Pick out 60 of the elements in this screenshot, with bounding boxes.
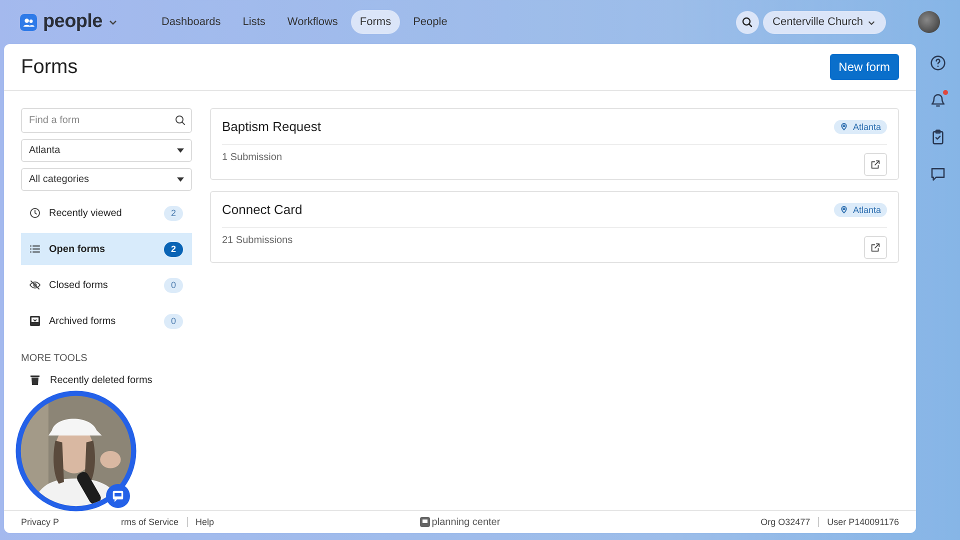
search-field[interactable]: Find a form: [21, 108, 192, 133]
nav-tab[interactable]: Workflows: [278, 10, 347, 34]
search-icon[interactable]: [174, 114, 186, 126]
app-name[interactable]: people: [43, 11, 102, 33]
caret-icon: [177, 177, 184, 182]
page-title: Forms: [21, 56, 78, 78]
new-form-button[interactable]: New form: [830, 54, 899, 80]
sidebar-item[interactable]: Archived forms 0: [21, 305, 192, 337]
count-badge: 0: [164, 314, 183, 328]
chat-badge-icon: [106, 484, 130, 508]
search-icon[interactable]: [741, 16, 754, 28]
footer-link[interactable]: Help: [196, 517, 214, 527]
form-title[interactable]: Baptism Request: [222, 119, 321, 134]
people-logo-icon[interactable]: [20, 14, 37, 30]
tool-link[interactable]: Recently deleted forms: [21, 370, 192, 390]
filter-dropdown[interactable]: All categories: [21, 168, 192, 191]
help-icon[interactable]: [930, 55, 946, 71]
eye-slash-icon: [29, 279, 41, 291]
form-card[interactable]: Baptism Request Atlanta 1 Submission: [210, 108, 899, 180]
search-button[interactable]: [736, 10, 759, 34]
campus-tag: Atlanta: [834, 202, 887, 216]
form-card[interactable]: Connect Card Atlanta 21 Submissions: [210, 191, 899, 263]
nav-tab[interactable]: Lists: [234, 10, 274, 34]
footer-link[interactable]: Privacy P: [21, 517, 60, 527]
filter-dropdown[interactable]: Atlanta: [21, 139, 192, 162]
nav-tab[interactable]: People: [404, 10, 456, 34]
count-badge: 2: [164, 242, 183, 256]
sidebar-item[interactable]: Open forms 2: [21, 233, 192, 265]
archive-icon: [29, 315, 41, 327]
form-title[interactable]: Connect Card: [222, 202, 302, 217]
map-pin-icon: [840, 205, 848, 214]
section-heading: MORE TOOLS: [21, 352, 88, 364]
campus-tag: Atlanta: [834, 120, 887, 134]
map-pin-icon: [840, 122, 848, 131]
open-link-button[interactable]: [864, 236, 887, 259]
bell-icon[interactable]: [930, 92, 946, 108]
organization-dropdown[interactable]: Centerville Church: [762, 10, 886, 34]
external-link-icon: [870, 242, 881, 253]
clipboard-check-icon[interactable]: [930, 129, 946, 145]
trash-icon: [29, 374, 41, 386]
external-link-icon: [870, 159, 881, 170]
nav-tab[interactable]: Forms: [350, 10, 400, 34]
sidebar-item[interactable]: Recently viewed 2: [21, 197, 192, 229]
nav-tab[interactable]: Dashboards: [152, 10, 230, 34]
chat-icon[interactable]: [930, 166, 946, 182]
count-badge: 2: [164, 206, 183, 220]
sidebar-item[interactable]: Closed forms 0: [21, 269, 192, 301]
caret-icon: [177, 148, 184, 153]
count-badge: 0: [164, 278, 183, 292]
brand-name: planning center: [432, 516, 500, 528]
user-id: User P140091176: [827, 517, 899, 527]
org-id: Org O32477: [760, 517, 810, 527]
submission-count: 1 Submission: [222, 152, 282, 163]
clock-icon: [29, 207, 41, 219]
submission-count: 21 Submissions: [222, 235, 293, 246]
planning-center-logo-icon: [420, 517, 430, 527]
open-link-button[interactable]: [864, 153, 887, 176]
list-icon: [29, 243, 41, 255]
footer-link[interactable]: rms of Service: [121, 517, 179, 527]
user-avatar[interactable]: [918, 11, 940, 33]
